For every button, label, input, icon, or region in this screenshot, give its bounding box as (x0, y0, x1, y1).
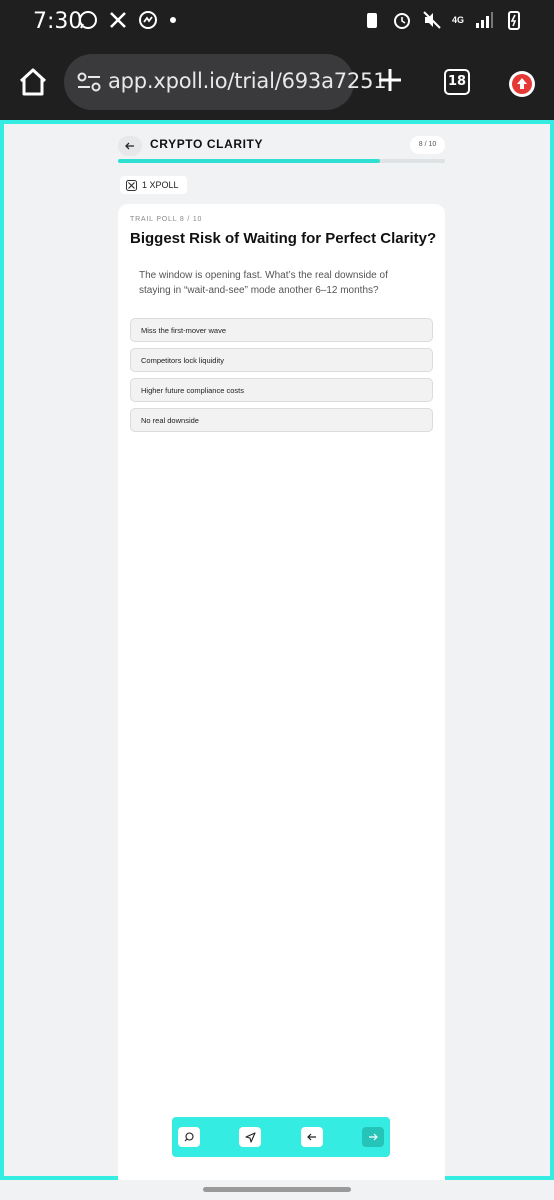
poll-container: CRYPTO CLARITY 8 / 10 1 XPOLL TRAIL POLL… (114, 124, 445, 1180)
notification-icons (78, 10, 176, 30)
previous-button[interactable] (301, 1127, 323, 1147)
arrow-up-icon (512, 74, 532, 94)
option-button[interactable]: Miss the first-mover wave (130, 318, 433, 342)
tab-switcher-button[interactable]: 18 (444, 69, 470, 95)
whatsapp-icon (79, 11, 97, 29)
comment-button[interactable] (178, 1127, 200, 1147)
battery-saver-icon (366, 13, 377, 28)
option-button[interactable]: Competitors lock liquidity (130, 348, 433, 372)
poll-toolbar (172, 1117, 390, 1157)
next-button[interactable] (362, 1127, 384, 1147)
poll-counter: 8 / 10 (410, 136, 445, 154)
alarm-icon (393, 13, 410, 29)
browser-toolbar: app.xpoll.io/trial/693a7251 18 (0, 44, 554, 120)
poll-eyebrow: TRAIL POLL 8 / 10 (130, 216, 203, 223)
arrow-right-icon (369, 1133, 378, 1141)
progress-bar (118, 159, 445, 163)
network-4g-icon: 4G (451, 15, 464, 25)
share-button[interactable] (239, 1127, 261, 1147)
signal-icon (476, 12, 493, 28)
poll-card: TRAIL POLL 8 / 10 Biggest Risk of Waitin… (118, 204, 445, 1180)
status-bar: 7:30 4G (0, 0, 554, 44)
system-icons: 4G (362, 10, 524, 30)
send-icon (244, 1131, 256, 1143)
poll-question: Biggest Risk of Waiting for Perfect Clar… (130, 230, 437, 247)
new-tab-plus-icon[interactable] (376, 66, 404, 94)
site-settings-icon[interactable] (76, 70, 102, 94)
address-bar[interactable]: app.xpoll.io/trial/693a7251 (64, 54, 387, 110)
x-icon (110, 12, 126, 28)
mute-icon (423, 11, 441, 29)
update-icon[interactable] (509, 71, 535, 97)
xpoll-reward-label: 1 XPOLL (142, 180, 179, 190)
page-title: CRYPTO CLARITY (150, 137, 264, 151)
more-notifications-dot (170, 17, 176, 23)
xpoll-reward-badge: 1 XPOLL (120, 176, 187, 194)
url-text[interactable]: app.xpoll.io/trial/693a7251 (108, 69, 387, 93)
option-button[interactable]: No real downside (130, 408, 433, 432)
poll-options: Miss the first-mover wave Competitors lo… (130, 318, 433, 438)
progress-fill (118, 159, 380, 163)
web-viewport: CRYPTO CLARITY 8 / 10 1 XPOLL TRAIL POLL… (0, 120, 554, 1180)
status-time: 7:30 (33, 9, 83, 34)
arrow-left-icon (307, 1133, 316, 1141)
xpoll-logo-icon (126, 179, 137, 191)
messenger-icon (139, 11, 157, 29)
gesture-home-indicator[interactable] (203, 1187, 351, 1192)
arrow-left-icon (125, 142, 134, 150)
battery-icon (508, 11, 520, 30)
home-icon[interactable] (17, 66, 49, 98)
poll-description: The window is opening fast. What’s the r… (139, 270, 388, 296)
back-button[interactable] (118, 136, 142, 156)
option-button[interactable]: Higher future compliance costs (130, 378, 433, 402)
comment-icon (184, 1132, 194, 1142)
poll-header: CRYPTO CLARITY 8 / 10 (118, 136, 445, 156)
